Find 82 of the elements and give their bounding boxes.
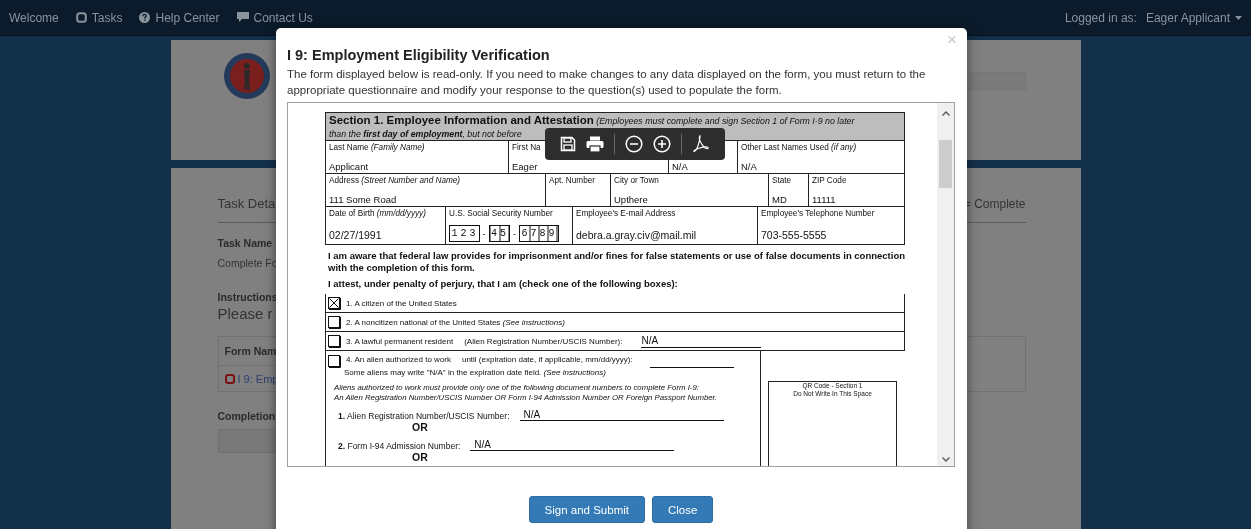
option-detail: (Alien Registration Number/USCIS Number): — [464, 336, 623, 346]
field-label: Completion — [217, 410, 276, 422]
nav-link[interactable]: Tasks — [75, 10, 123, 25]
checkbox[interactable] — [328, 296, 341, 310]
ssn-dash: - — [482, 228, 486, 239]
ssn-digits: 45 — [488, 225, 511, 242]
field-label: 1. Alien Registration Number/USCIS Number: — [338, 411, 510, 421]
fill-in-line: N/A — [519, 409, 724, 421]
ssn-dash: - — [513, 228, 517, 239]
option-label: 4. An alien authorized to work — [346, 355, 451, 364]
option-label: 2. A noncitizen national of the United States (See instructions) — [346, 317, 565, 327]
text-field[interactable] — [968, 72, 1026, 90]
or-text: OR — [412, 421, 429, 433]
ssn-digits: 6789 — [519, 225, 559, 242]
scroll-down-icon[interactable] — [941, 457, 950, 462]
field-value: Upthere — [614, 194, 648, 205]
section-note: than the first day of employment, but not before — [329, 128, 522, 140]
field-label: Other Last Names Used (if any) — [741, 143, 857, 154]
fill-in-line: N/A — [470, 439, 675, 451]
section-heading: Task Deta — [217, 196, 276, 211]
option-detail: until (expiration date, if applicable, mm/dd/yyyy): — [461, 355, 633, 364]
field-label: 2. Form I-94 Admission Number: — [338, 441, 461, 451]
save-icon[interactable] — [560, 136, 576, 152]
scrollbar[interactable] — [937, 103, 954, 466]
checkbox[interactable] — [328, 334, 341, 348]
ssn-digits: 123 — [449, 225, 480, 242]
comment-icon — [236, 12, 249, 23]
scrollbar-thumb[interactable] — [939, 140, 952, 188]
dialog-title: I 9: Employment Eligibility Verification — [287, 47, 551, 63]
field-value: N/A — [672, 161, 688, 172]
scroll-up-icon[interactable] — [941, 111, 950, 116]
field-label: Task Name — [217, 237, 273, 249]
field-value: Eager — [512, 161, 538, 172]
caret-icon — [1235, 15, 1242, 20]
emblem-icon — [222, 52, 271, 100]
pdf-icon[interactable] — [692, 135, 710, 153]
option-label: 1. A citizen of the United States — [346, 298, 457, 308]
statement-text: I am aware that federal law provides for imprisonment and/or fines for false statements or use of false documents in connection with the completion of this form. — [328, 250, 905, 274]
user-menu[interactable]: Eager Applicant — [1145, 10, 1242, 25]
attestation-text: I attest, under penalty of perjury, that I am (check one of the following boxes): — [328, 278, 679, 289]
field-label: State — [772, 176, 792, 187]
field-value: MD — [772, 194, 787, 205]
field-value: N/A — [741, 161, 757, 172]
square-icon — [75, 12, 87, 23]
dialog-description: The form displayed below is read-only. If you need to make changes to any data displayed on the form, you must return to the appropriate questionnaire and modify your response to the question(s) used to populate the form. — [287, 67, 927, 98]
field-label: Address (Street Number and Name) — [329, 176, 461, 187]
field-value: 111 Some Road — [329, 194, 397, 205]
checkbox[interactable] — [328, 315, 341, 329]
field-value: debra.a.gray.civ@mail.mil — [576, 229, 697, 241]
section-title: Section 1. Employee Information and Attestation — [329, 114, 594, 126]
field-label: ZIP Code — [812, 176, 847, 187]
dialog-button[interactable]: Sign and Submit — [528, 496, 645, 523]
checkbox[interactable] — [328, 355, 341, 368]
field-label: Last Name (Family Name) — [329, 143, 425, 154]
fill-in-line: N/A — [641, 334, 762, 348]
field-label: U.S. Social Security Number — [449, 209, 553, 220]
section-note: (Employees must complete and sign Section 1 of Form I-9 no later — [596, 116, 855, 126]
nav-link[interactable]: Help Center — [139, 10, 220, 25]
option-label: 3. A lawful permanent resident — [346, 336, 454, 346]
field-label: Instructions — [217, 291, 278, 303]
nav-link[interactable]: Welcome — [9, 10, 59, 25]
option-note: Some aliens may write "N/A" in the expiration date field. (See instructions) — [343, 368, 607, 377]
status-icon — [224, 374, 235, 384]
print-icon[interactable] — [586, 136, 604, 152]
field-value: Applicant — [329, 161, 369, 172]
field-value: 11111 — [812, 194, 836, 205]
instructions-text: Please r — [217, 305, 273, 322]
field-label: City or Town — [614, 176, 659, 187]
logged-in-label: Logged in as: — [1064, 10, 1137, 25]
field-value: 703-555-5555 — [761, 229, 827, 241]
zoom-out-icon[interactable] — [625, 135, 643, 153]
dialog-button[interactable]: Close — [652, 496, 714, 523]
field-label: Date of Birth (mm/dd/yyyy) — [329, 209, 426, 220]
help-icon — [139, 12, 151, 23]
zoom-in-icon[interactable] — [653, 135, 671, 153]
field-value: 02/27/1991 — [329, 229, 382, 241]
field-label: Employee's Telephone Number — [761, 209, 875, 220]
nav-link[interactable]: Contact Us — [236, 10, 313, 25]
field-label: Apt. Number — [549, 176, 595, 187]
field-label: First Na — [512, 143, 541, 154]
or-text: OR — [412, 451, 429, 463]
field-label: Employee's E-mail Address — [576, 209, 676, 220]
